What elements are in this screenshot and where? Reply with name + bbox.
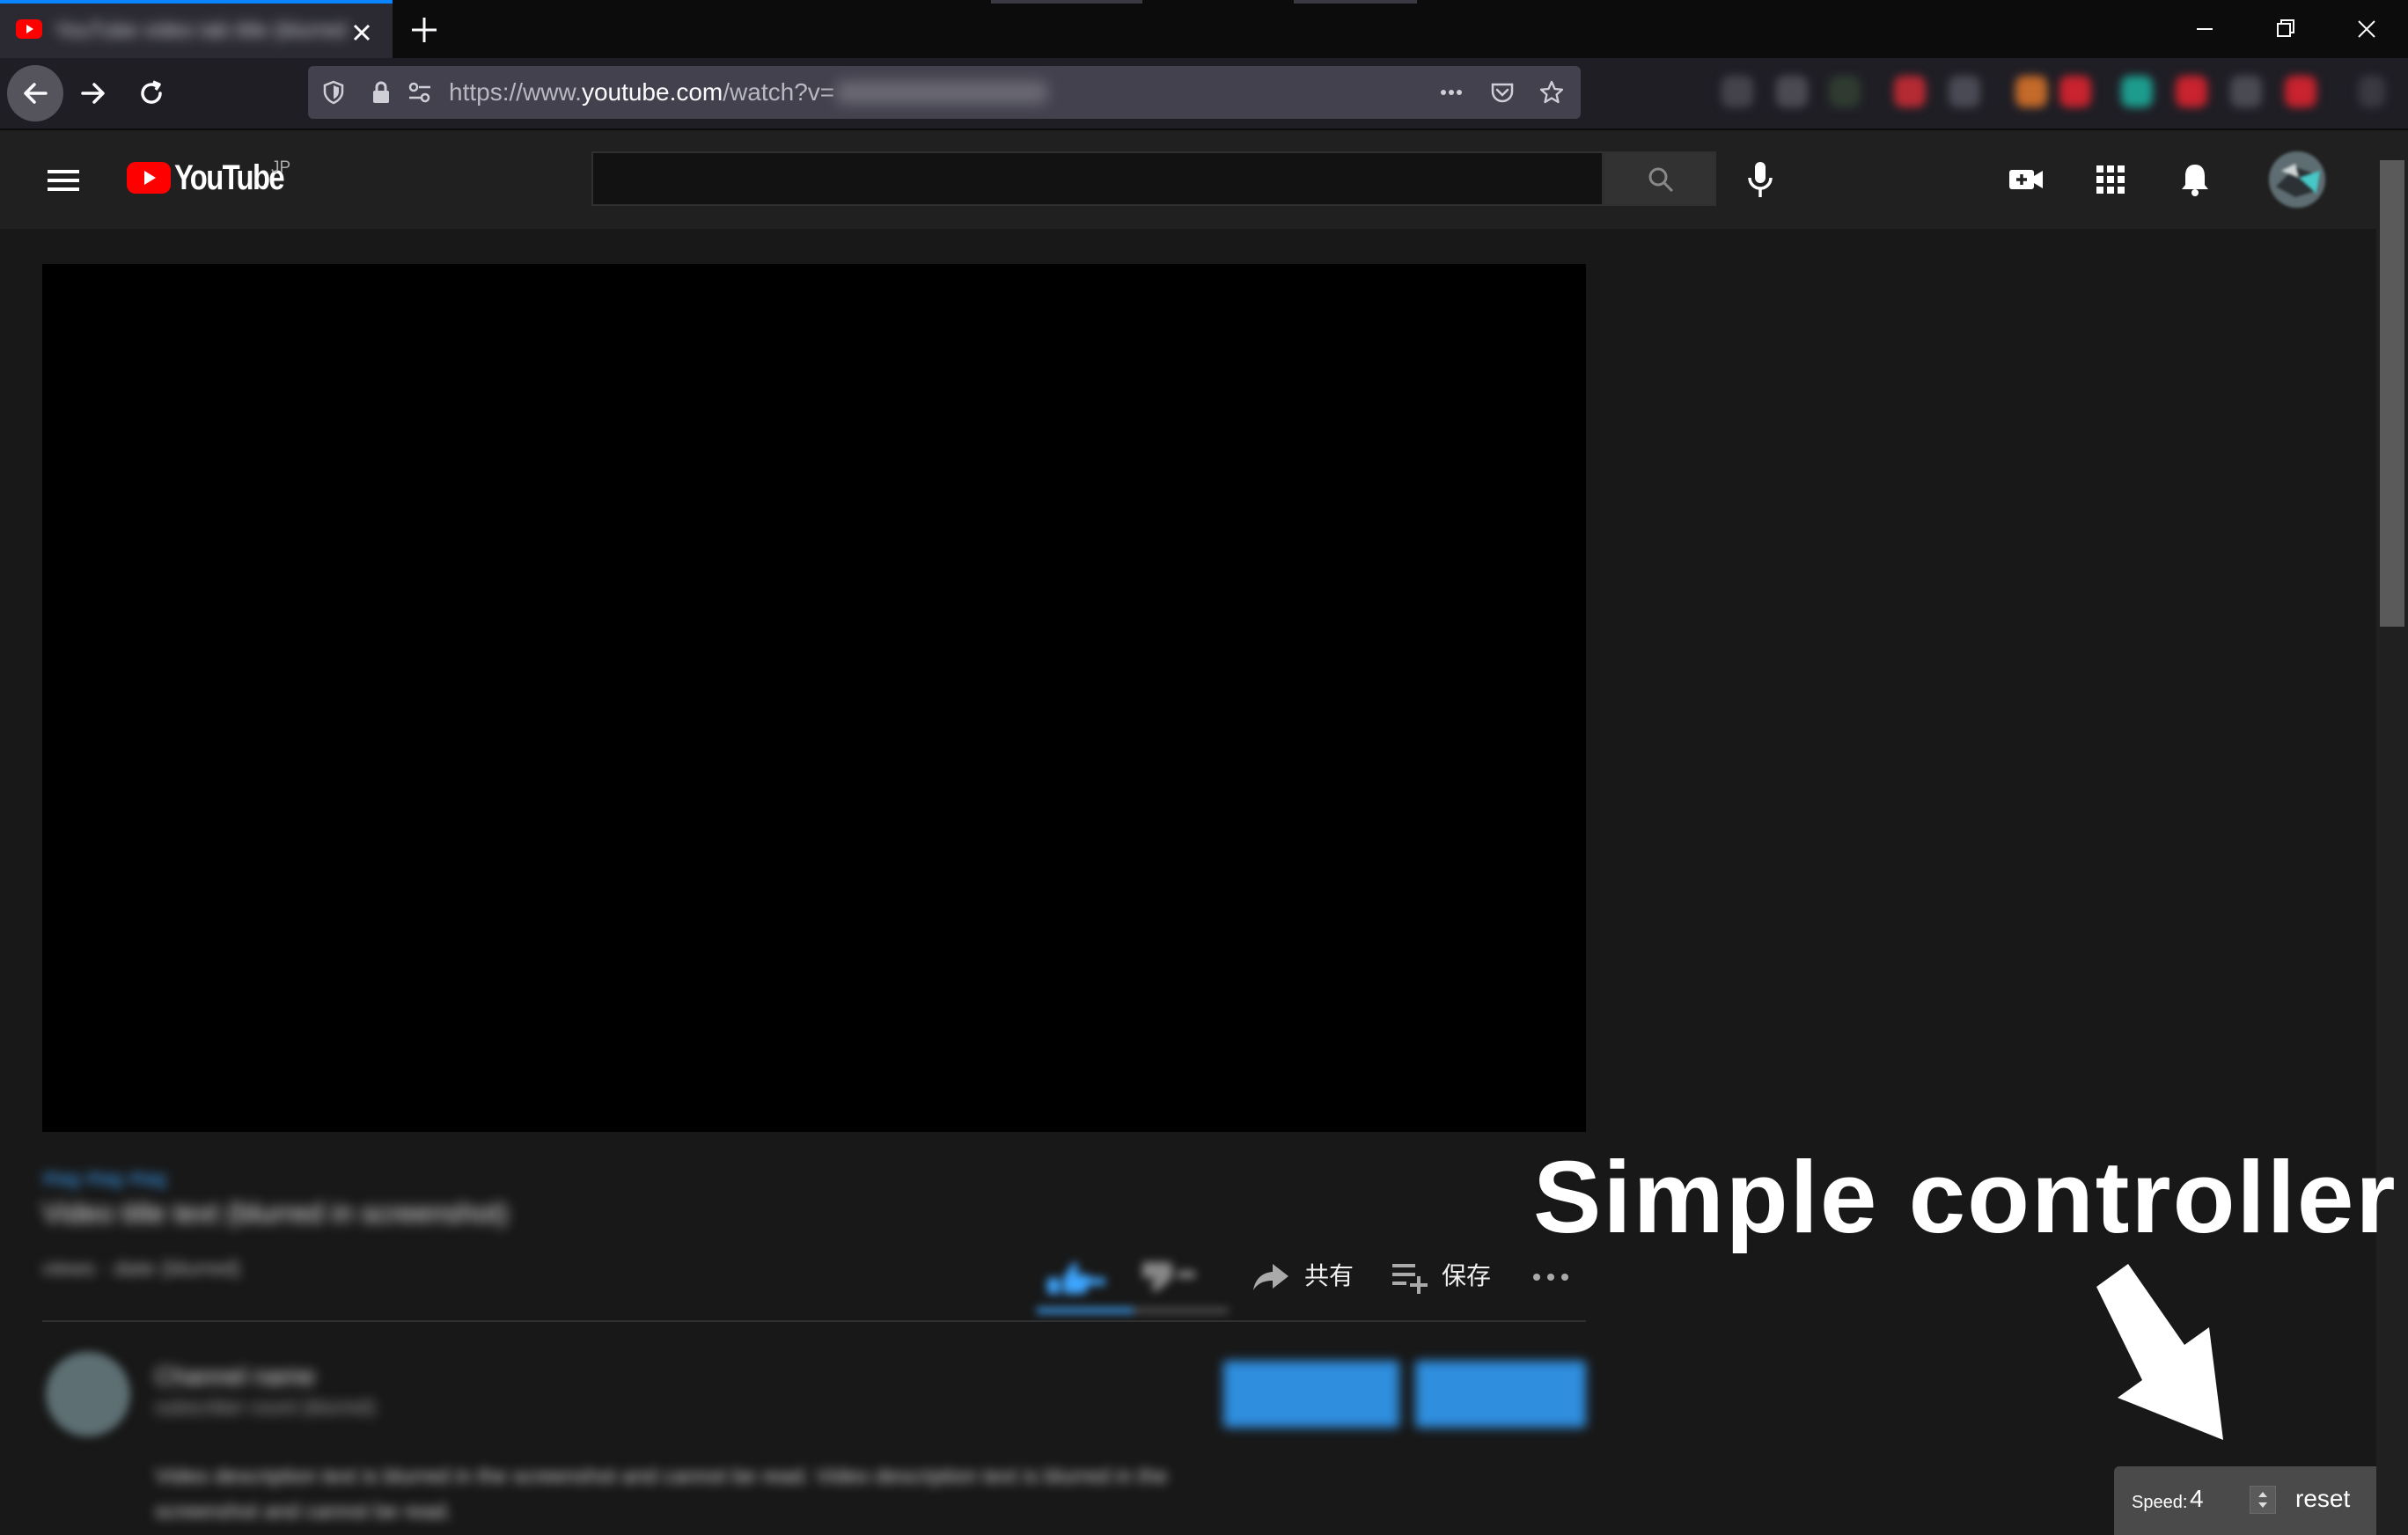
youtube-logo-text[interactable]: YouTube (174, 157, 285, 199)
share-label: 共有 (1304, 1262, 1354, 1289)
search-input[interactable] (591, 151, 1604, 206)
search-icon (1648, 167, 1674, 193)
video-title: Video title text (blurred in screenshot) (42, 1197, 509, 1229)
shield-icon[interactable] (320, 79, 347, 106)
subscribe-button[interactable] (1415, 1361, 1586, 1428)
share-icon (1253, 1264, 1288, 1290)
youtube-favicon-icon (16, 19, 42, 39)
tab-strip-divider (1294, 0, 1417, 4)
close-window-icon[interactable] (2352, 14, 2382, 44)
forward-icon (81, 83, 105, 104)
create-video-icon[interactable] (2007, 160, 2045, 199)
pocket-icon[interactable] (1489, 79, 1516, 106)
extension-icon[interactable] (2230, 76, 2262, 107)
tab-title: YouTube video tab title (blurred) (55, 18, 345, 42)
search-button[interactable] (1604, 151, 1716, 206)
overflow-menu-icon[interactable] (2359, 76, 2385, 107)
url-video-id-redacted (836, 81, 1047, 104)
navigation-toolbar: https://www.youtube.com/watch?v= (0, 58, 2408, 130)
star-icon[interactable] (1538, 79, 1565, 106)
minimize-icon[interactable] (2190, 14, 2220, 44)
close-tab-icon[interactable] (349, 19, 375, 46)
channel-subscribers: subscriber count (blurred) (155, 1396, 376, 1418)
new-tab-icon[interactable] (407, 12, 442, 48)
permissions-icon[interactable] (407, 79, 433, 106)
channel-avatar[interactable] (46, 1352, 130, 1436)
reload-button[interactable] (123, 65, 180, 121)
youtube-masthead: YouTube JP (0, 130, 2376, 229)
back-icon (24, 83, 48, 104)
stepper-arrows-icon (2258, 1492, 2267, 1508)
restore-icon[interactable] (2271, 14, 2301, 44)
browser-tab-active[interactable]: YouTube video tab title (blurred) (0, 0, 393, 58)
country-code: JP (271, 158, 291, 177)
video-player[interactable] (42, 264, 1586, 1132)
lock-icon[interactable] (368, 79, 394, 106)
reset-button[interactable]: reset (2295, 1484, 2350, 1514)
extension-icon[interactable] (2176, 76, 2207, 107)
extension-icon[interactable] (1776, 76, 1808, 107)
extension-icon[interactable] (2121, 76, 2153, 107)
menu-icon[interactable] (46, 167, 81, 194)
tab-strip: YouTube video tab title (blurred) (0, 0, 2408, 58)
page-actions-icon[interactable] (1438, 79, 1465, 106)
like-dislike-bar[interactable] (1037, 1243, 1239, 1317)
reload-icon (141, 80, 162, 104)
apps-grid-icon[interactable] (2091, 160, 2130, 199)
extension-icon[interactable] (1722, 76, 1753, 107)
speed-controller: Speed: reset (2114, 1466, 2376, 1535)
video-hashtags[interactable]: #tag #tag #tag (42, 1167, 253, 1192)
channel-name[interactable]: Channel name (155, 1362, 366, 1392)
extension-icon[interactable] (2059, 76, 2091, 107)
bell-icon[interactable] (2176, 160, 2214, 199)
forward-button[interactable] (65, 65, 121, 121)
annotation-caption: Simple controller (1533, 1140, 2397, 1254)
url-host: youtube.com (581, 78, 723, 106)
url-path: /watch?v= (723, 78, 835, 106)
back-button[interactable] (7, 65, 63, 121)
pointer-arrow-icon (2096, 1264, 2223, 1440)
youtube-logo-icon[interactable] (127, 162, 171, 194)
video-description: Video description text is blurred in the… (155, 1465, 1168, 1524)
more-icon[interactable] (1531, 1264, 1570, 1290)
section-divider (42, 1320, 1586, 1322)
avatar[interactable] (2269, 151, 2325, 208)
extension-icon[interactable] (1949, 76, 1980, 107)
playlist-add-icon (1392, 1264, 1428, 1294)
save-label: 保存 (1442, 1262, 1492, 1289)
extension-icon[interactable] (1894, 76, 1926, 107)
speed-input[interactable] (2190, 1486, 2243, 1512)
url-text[interactable]: https://www.youtube.com/watch?v= (449, 77, 834, 107)
page-scrollbar-thumb[interactable] (2380, 160, 2404, 627)
video-meta: views · date (blurred) (42, 1257, 241, 1281)
extension-icon[interactable] (2015, 76, 2047, 107)
tab-strip-divider (991, 0, 1142, 4)
extension-icon[interactable] (1829, 76, 1861, 107)
address-bar[interactable]: https://www.youtube.com/watch?v= (308, 66, 1581, 119)
speed-stepper[interactable] (2250, 1486, 2276, 1514)
url-prefix: https://www. (449, 78, 582, 106)
speed-label: Speed: (2132, 1493, 2188, 1512)
mic-icon[interactable] (1744, 158, 1776, 201)
join-button[interactable] (1223, 1361, 1399, 1428)
extension-icon[interactable] (2285, 76, 2316, 107)
